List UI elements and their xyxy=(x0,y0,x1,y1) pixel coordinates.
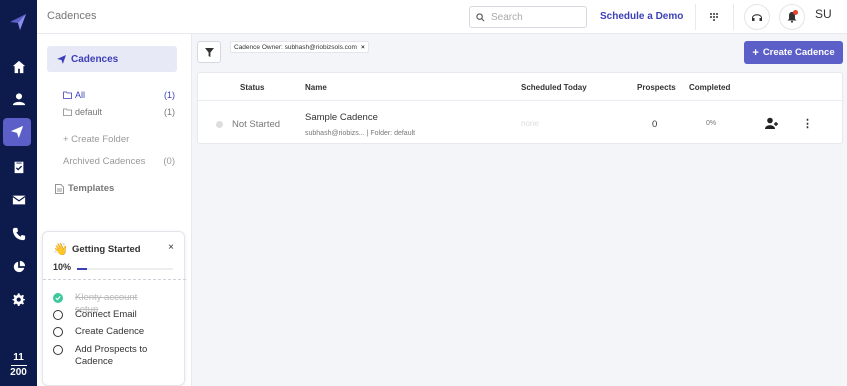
folder-label: All xyxy=(75,90,86,100)
rail-reports-icon[interactable] xyxy=(0,253,37,281)
document-icon xyxy=(55,183,64,194)
usage-counter[interactable]: 11 200 xyxy=(0,352,37,379)
usage-counter-top: 11 xyxy=(13,352,24,363)
archived-cadences-link[interactable]: Archived Cadences (0) xyxy=(63,156,175,167)
search-input[interactable] xyxy=(491,11,581,23)
notifications-button[interactable] xyxy=(779,4,805,30)
getting-started-header: 👋 Getting Started xyxy=(53,242,141,256)
progress-percent: 10% xyxy=(53,262,72,272)
divider xyxy=(733,4,734,30)
folder-item-default[interactable]: default (1) xyxy=(63,107,175,117)
archived-count: (0) xyxy=(163,156,175,167)
radio-circle-icon xyxy=(53,310,63,320)
rail-home-icon[interactable] xyxy=(0,53,37,81)
prospects-count: 0 xyxy=(652,119,658,130)
plus-icon: + xyxy=(752,46,759,59)
create-folder-button[interactable]: + Create Folder xyxy=(63,134,129,145)
task-label: Connect Email xyxy=(75,309,137,320)
filter-button[interactable] xyxy=(197,41,221,63)
apps-grid-icon[interactable] xyxy=(707,10,721,24)
column-header-status[interactable]: Status xyxy=(240,83,264,92)
archived-label: Archived Cadences xyxy=(63,156,146,167)
task-label: Create Cadence xyxy=(75,326,145,337)
table-header: Status Name Scheduled Today Prospects Co… xyxy=(198,73,844,101)
sidebar-item-label: Cadences xyxy=(71,53,119,65)
rail-cadences-icon[interactable] xyxy=(3,118,31,146)
rail-phone-icon[interactable] xyxy=(0,220,37,248)
status-text: Not Started xyxy=(232,119,281,130)
task-label: Add Prospects to Cadence xyxy=(75,344,148,367)
add-prospect-icon[interactable] xyxy=(765,117,779,129)
send-icon xyxy=(57,54,66,64)
task-create-cadence[interactable]: Create Cadence xyxy=(53,326,155,338)
radio-circle-icon xyxy=(53,327,63,337)
filter-icon xyxy=(204,47,214,57)
close-icon[interactable]: × xyxy=(361,44,365,51)
radio-circle-icon xyxy=(53,345,63,355)
getting-started-title: Getting Started xyxy=(71,243,141,255)
divider xyxy=(695,4,696,30)
filter-chip-owner: Cadence Owner: subhash@riobizsols.com × xyxy=(230,41,369,53)
folder-count: (1) xyxy=(164,107,175,117)
cadence-table: Status Name Scheduled Today Prospects Co… xyxy=(197,72,844,145)
schedule-demo-link[interactable]: Schedule a Demo xyxy=(600,11,683,22)
column-header-name[interactable]: Name xyxy=(305,83,327,92)
rail-settings-icon[interactable] xyxy=(0,286,37,314)
usage-counter-bottom: 200 xyxy=(10,367,27,378)
task-connect-email[interactable]: Connect Email xyxy=(53,309,155,321)
divider xyxy=(43,279,186,280)
create-cadence-button[interactable]: + Create Cadence xyxy=(744,41,843,64)
cadence-name-link[interactable]: Sample Cadence xyxy=(305,112,378,123)
status-dot xyxy=(216,121,223,128)
scheduled-today-value: none xyxy=(521,119,539,128)
cadence-owner-folder: subhash@riobizs... | Folder: default xyxy=(305,130,416,137)
user-avatar[interactable]: SU xyxy=(815,7,832,21)
waving-hand-icon: 👋 xyxy=(53,242,68,256)
table-row[interactable]: Not Started Sample Cadence subhash@riobi… xyxy=(198,101,844,145)
templates-label: Templates xyxy=(68,183,115,194)
filter-chip-text: Cadence Owner: subhash@riobizsols.com xyxy=(234,43,357,51)
status-cell: Not Started xyxy=(216,119,280,130)
folder-item-all[interactable]: All (1) xyxy=(63,90,175,100)
sidebar-item-cadences[interactable]: Cadences xyxy=(47,46,177,72)
left-rail: 11 200 xyxy=(0,0,37,386)
headset-icon xyxy=(752,14,762,21)
cadence-sidebar: Cadences All (1) default (1) + Create Fo… xyxy=(37,34,192,386)
create-cadence-label: Create Cadence xyxy=(762,47,835,58)
folder-icon xyxy=(63,91,72,99)
folder-icon xyxy=(63,108,72,116)
page-title: Cadences xyxy=(47,10,97,22)
search-icon xyxy=(476,12,485,21)
folder-count: (1) xyxy=(164,90,175,100)
notification-dot xyxy=(793,10,798,15)
klenty-logo-icon[interactable] xyxy=(8,12,28,32)
support-headset-button[interactable] xyxy=(744,4,770,30)
completed-percent: 0% xyxy=(706,120,717,127)
templates-link[interactable]: Templates xyxy=(55,183,114,194)
column-header-scheduled[interactable]: Scheduled Today xyxy=(521,83,587,92)
folder-label: default xyxy=(75,107,103,117)
close-icon[interactable]: × xyxy=(168,242,174,253)
task-add-prospects[interactable]: Add Prospects to Cadence xyxy=(53,344,155,368)
getting-started-card: 👋 Getting Started × 10% Klenty account s… xyxy=(42,231,186,386)
search-box[interactable] xyxy=(469,6,587,28)
rail-tasks-icon[interactable] xyxy=(0,153,37,181)
column-header-completed[interactable]: Completed xyxy=(689,83,730,92)
column-header-prospects[interactable]: Prospects xyxy=(637,83,676,92)
more-options-icon[interactable]: ⋮ xyxy=(802,117,813,130)
top-bar: Cadences Schedule a Demo SU xyxy=(37,0,847,34)
checkmark-icon xyxy=(53,293,63,303)
progress-bar xyxy=(77,268,173,270)
rail-email-icon[interactable] xyxy=(0,186,37,214)
rail-contacts-icon[interactable] xyxy=(0,85,37,113)
progress-bar-fill xyxy=(77,268,87,270)
